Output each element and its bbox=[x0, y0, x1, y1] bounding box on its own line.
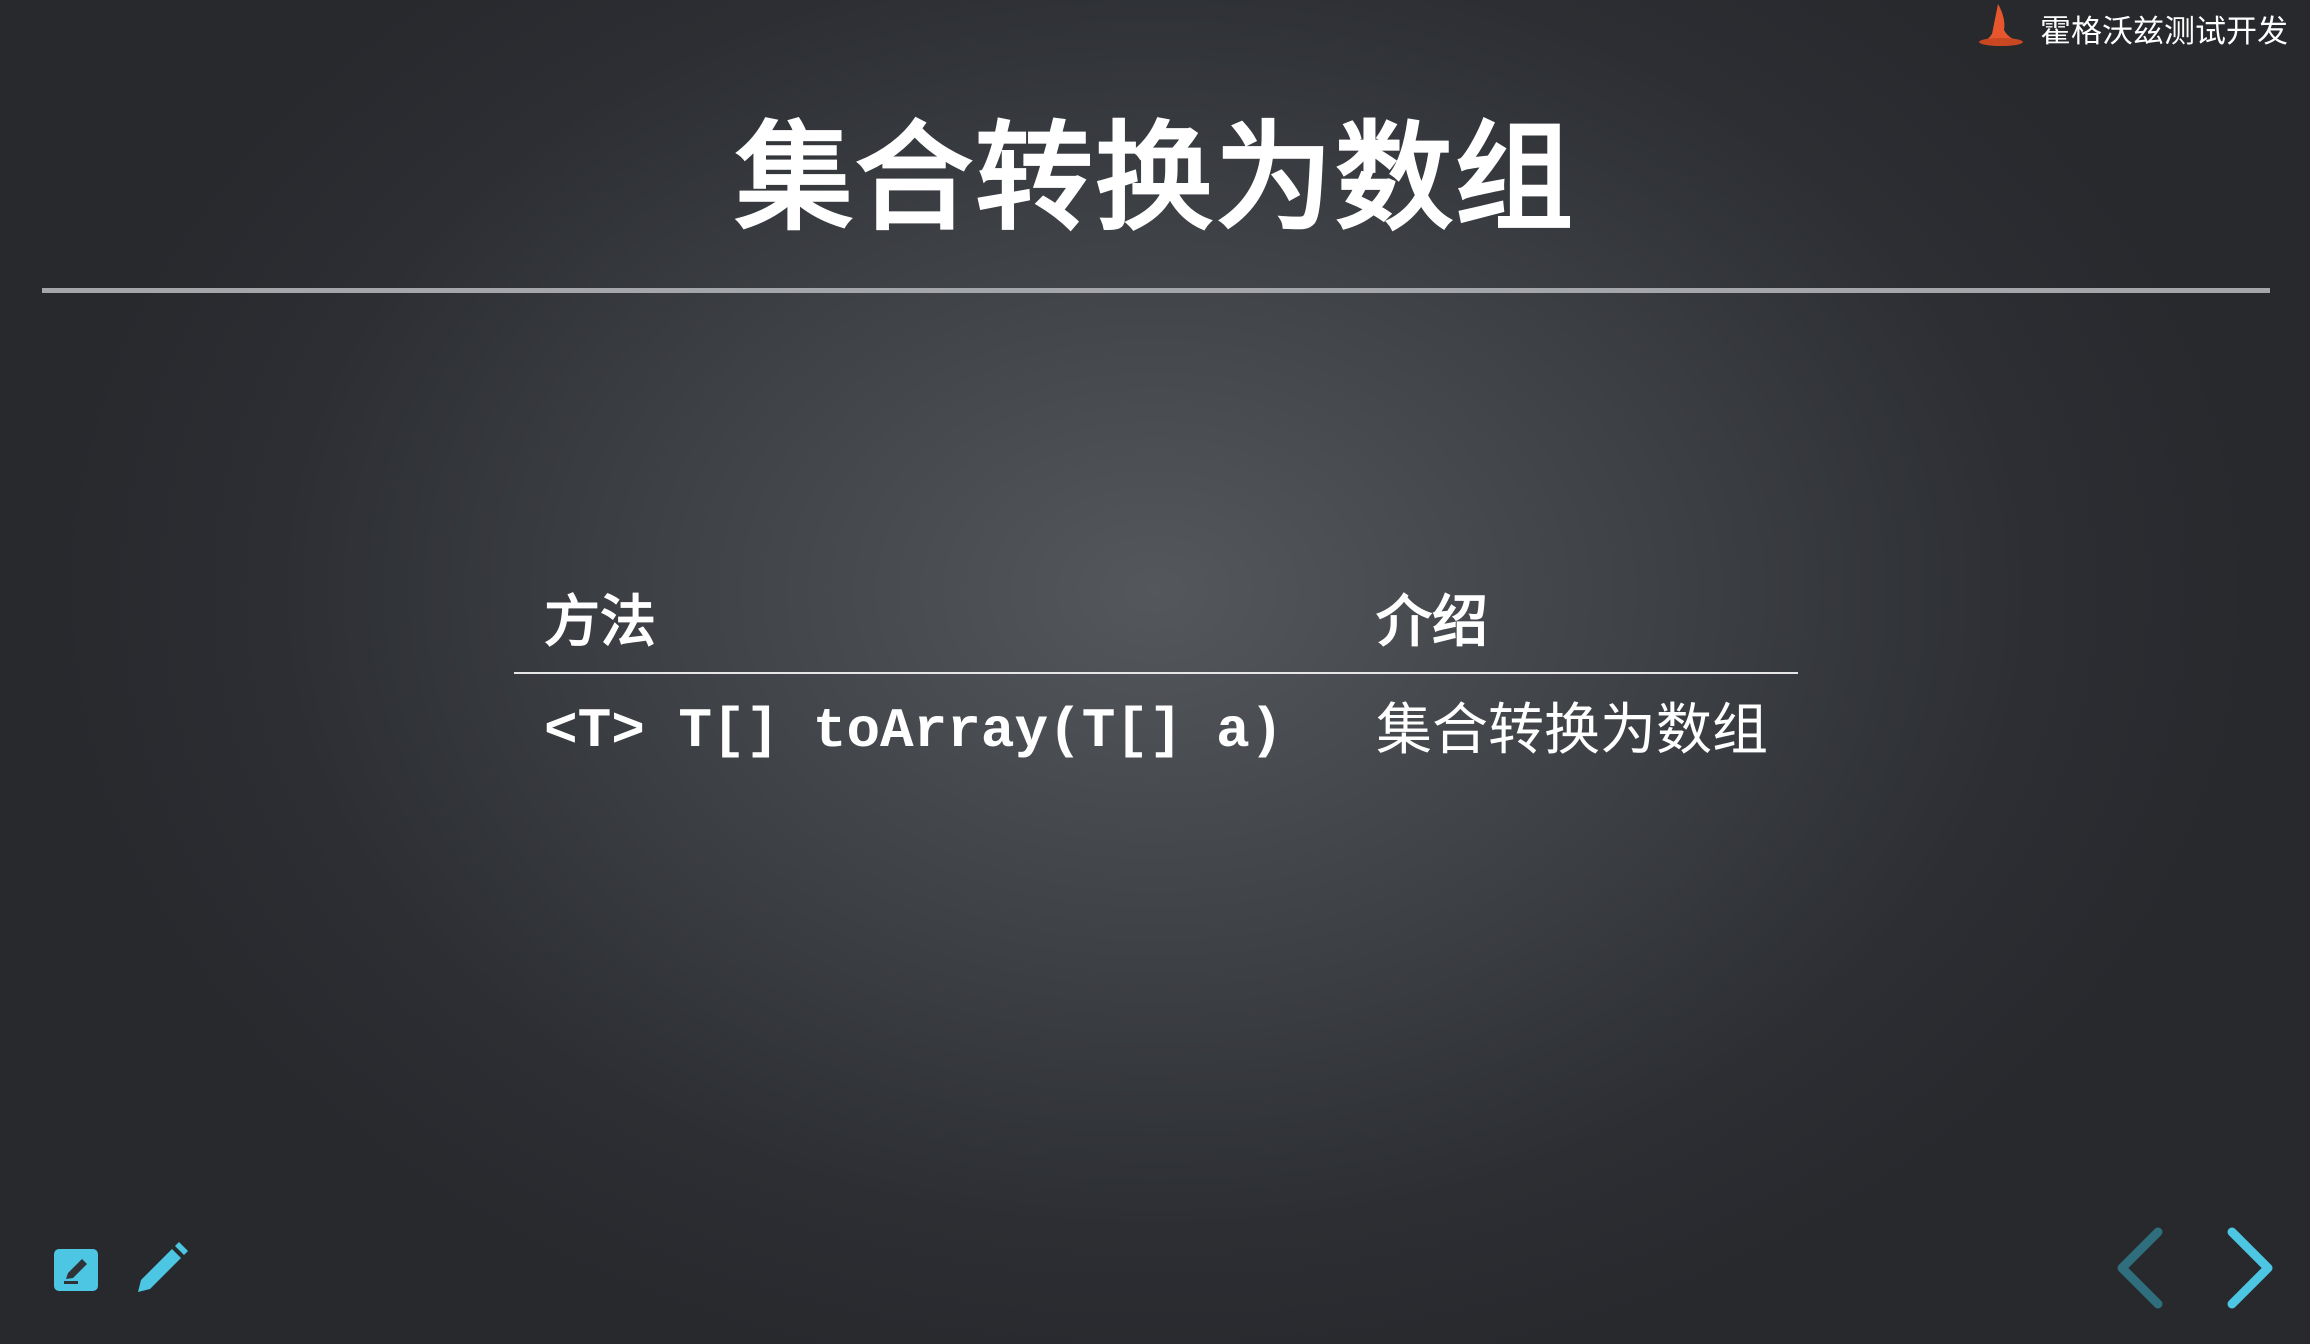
slide-title: 集合转换为数组 bbox=[734, 109, 1575, 247]
method-signature-cell: <T> T[] toArray(T[] a) bbox=[544, 699, 1284, 763]
method-description-cell: 集合转换为数组 bbox=[1376, 698, 1768, 763]
table-header-row: 方法 介绍 bbox=[514, 568, 1798, 674]
brand-name: 霍格沃兹测试开发 bbox=[2040, 13, 2288, 50]
chevron-right-icon[interactable] bbox=[2222, 1226, 2278, 1310]
method-table: 方法 介绍 <T> T[] toArray(T[] a) 集合转换为数组 bbox=[514, 568, 1798, 788]
title-divider bbox=[42, 288, 2270, 293]
pencil-icon[interactable] bbox=[132, 1240, 190, 1298]
edit-note-icon[interactable] bbox=[52, 1245, 102, 1295]
column-header-description: 介绍 bbox=[1346, 568, 1798, 674]
chevron-left-icon[interactable] bbox=[2112, 1226, 2168, 1310]
wizard-hat-icon bbox=[1976, 4, 2024, 52]
brand: 霍格沃兹测试开发 bbox=[1968, 0, 2288, 56]
table-row: <T> T[] toArray(T[] a) 集合转换为数组 bbox=[514, 673, 1798, 788]
column-header-method: 方法 bbox=[514, 568, 1346, 674]
